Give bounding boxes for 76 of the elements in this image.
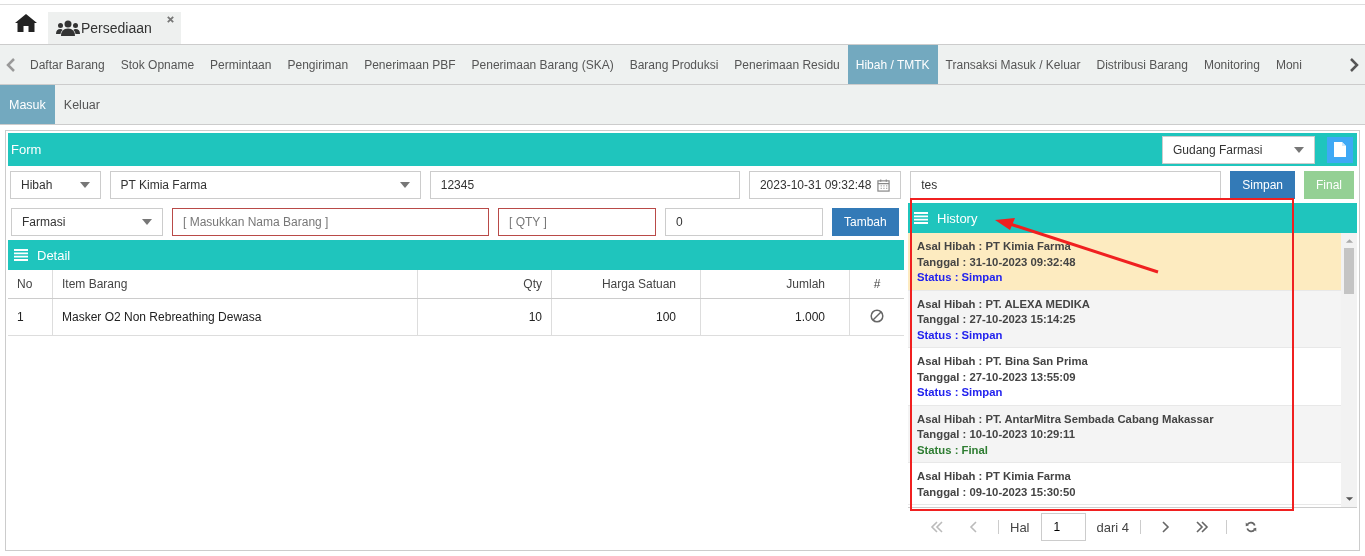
column-header: Harga Satuan: [551, 270, 701, 299]
page-label: Hal: [1010, 519, 1030, 535]
number-input[interactable]: 12345: [429, 171, 740, 199]
close-icon[interactable]: [165, 15, 175, 24]
document-button[interactable]: [1327, 136, 1353, 163]
source-text: Asal Hibah : PT Kimia Farma: [917, 469, 1072, 484]
menu-tab[interactable]: Penerimaan PBF: [356, 45, 464, 84]
status-text: Status : Simpan: [917, 327, 1004, 343]
history-title: History: [937, 210, 978, 226]
status-text: Status : Simpan: [917, 270, 1004, 285]
menu-tab[interactable]: Transaksi Masuk / Keluar: [937, 45, 1089, 84]
source-text: Asal Hibah : PT Kimia Farma: [917, 239, 1072, 254]
table-cell: 1.000: [700, 298, 850, 336]
scrollbar-thumb[interactable]: [1344, 248, 1354, 294]
warehouse-select[interactable]: Gudang Farmasi: [1162, 135, 1315, 164]
column-header: No: [8, 270, 53, 299]
history-item[interactable]: Asal Hibah : PT Kimia Farma Tanggal : 31-10-2023 09:32:48 Status : Simpan: [908, 233, 1341, 291]
menu-tab[interactable]: Penerimaan Residu: [726, 45, 848, 84]
refresh-icon[interactable]: [1244, 521, 1259, 533]
date-text: Tanggal : 09-10-2023 15:30:50: [917, 484, 1077, 500]
date-text: Tanggal : 27-10-2023 15:14:25: [917, 312, 1077, 327]
column-header: Jumlah: [700, 270, 850, 299]
document-icon: [1334, 142, 1346, 157]
page-input[interactable]: 1: [1040, 513, 1086, 541]
type-select[interactable]: Hibah: [10, 171, 101, 199]
history-item[interactable]: Asal Hibah : PT. AntarMitra Sembada Cabang Makassar Tanggal : 10-10-2023 10:29:11 Status : Final: [908, 405, 1341, 463]
status-text: Status : Final: [917, 442, 989, 458]
price-input[interactable]: 0: [665, 208, 823, 236]
menu-tab[interactable]: Distribusi Barang: [1088, 45, 1196, 84]
form-title: Form: [11, 142, 43, 157]
last-page-icon[interactable]: [1195, 521, 1210, 533]
note-input[interactable]: tes: [910, 171, 1222, 199]
calendar-icon[interactable]: [877, 178, 891, 192]
page-count: dari 4: [1096, 519, 1130, 535]
chevron-left-icon[interactable]: [6, 56, 16, 73]
table-cell: Masker O2 Non Rebreathing Dewasa: [52, 298, 418, 336]
qty-input[interactable]: [ QTY ]: [498, 208, 656, 236]
source-text: Asal Hibah : PT. AntarMitra Sembada Cabang Makassar: [917, 411, 1215, 427]
column-header: #: [849, 270, 904, 299]
table-cell: 100: [551, 298, 701, 336]
category-select[interactable]: Farmasi: [11, 208, 163, 236]
date-text: Tanggal : 31-10-2023 09:32:48: [917, 254, 1077, 270]
item-name-input[interactable]: [ Masukkan Nama Barang ]: [172, 208, 489, 236]
ban-icon[interactable]: [870, 308, 884, 323]
save-button[interactable]: Simpan: [1230, 171, 1295, 199]
history-item[interactable]: Asal Hibah : PT. ALEXA MEDIKA Tanggal : 27-10-2023 15:14:25 Status : Simpan: [908, 290, 1341, 348]
list-icon: [914, 212, 928, 224]
scroll-down-icon[interactable]: [1344, 496, 1354, 502]
table-cell: 10: [417, 298, 552, 336]
users-icon: [56, 20, 80, 36]
add-button[interactable]: Tambah: [832, 208, 899, 236]
column-header: Qty: [417, 270, 552, 299]
menu-tab[interactable]: Penerimaan Barang (SKA): [463, 45, 622, 84]
home-icon[interactable]: [14, 13, 38, 33]
list-icon: [14, 249, 28, 261]
menu-tab[interactable]: Daftar Barang: [22, 45, 113, 84]
sub-tab[interactable]: Keluar: [54, 85, 109, 124]
column-header: Item Barang: [52, 270, 418, 299]
date-text: Tanggal : 27-10-2023 13:55:09: [917, 369, 1077, 385]
table-cell: 1: [8, 298, 53, 336]
source-text: Asal Hibah : PT. Bina San Prima: [917, 354, 1089, 369]
date-text: Tanggal : 10-10-2023 10:29:11: [917, 427, 1077, 442]
status-text: Status : Simpan: [917, 385, 1004, 400]
scroll-up-icon[interactable]: [1344, 238, 1354, 244]
detail-title: Detail: [37, 247, 71, 263]
menu-tab[interactable]: Barang Produksi: [621, 45, 727, 84]
menu-tab[interactable]: Permintaan: [202, 45, 280, 84]
chevron-right-icon[interactable]: [1349, 56, 1359, 73]
date-input[interactable]: 2023-10-31 09:32:48: [748, 171, 902, 199]
menu-tab[interactable]: Monitoring: [1195, 45, 1268, 84]
menu-tab[interactable]: Moni: [1267, 45, 1310, 84]
menu-tab[interactable]: Stok Opname: [112, 45, 203, 84]
menu-tab[interactable]: Pengiriman: [279, 45, 357, 84]
module-tab[interactable]: Persediaan: [48, 12, 181, 44]
source-select[interactable]: PT Kimia Farma: [109, 171, 421, 199]
source-text: Asal Hibah : PT. ALEXA MEDIKA: [917, 296, 1092, 312]
